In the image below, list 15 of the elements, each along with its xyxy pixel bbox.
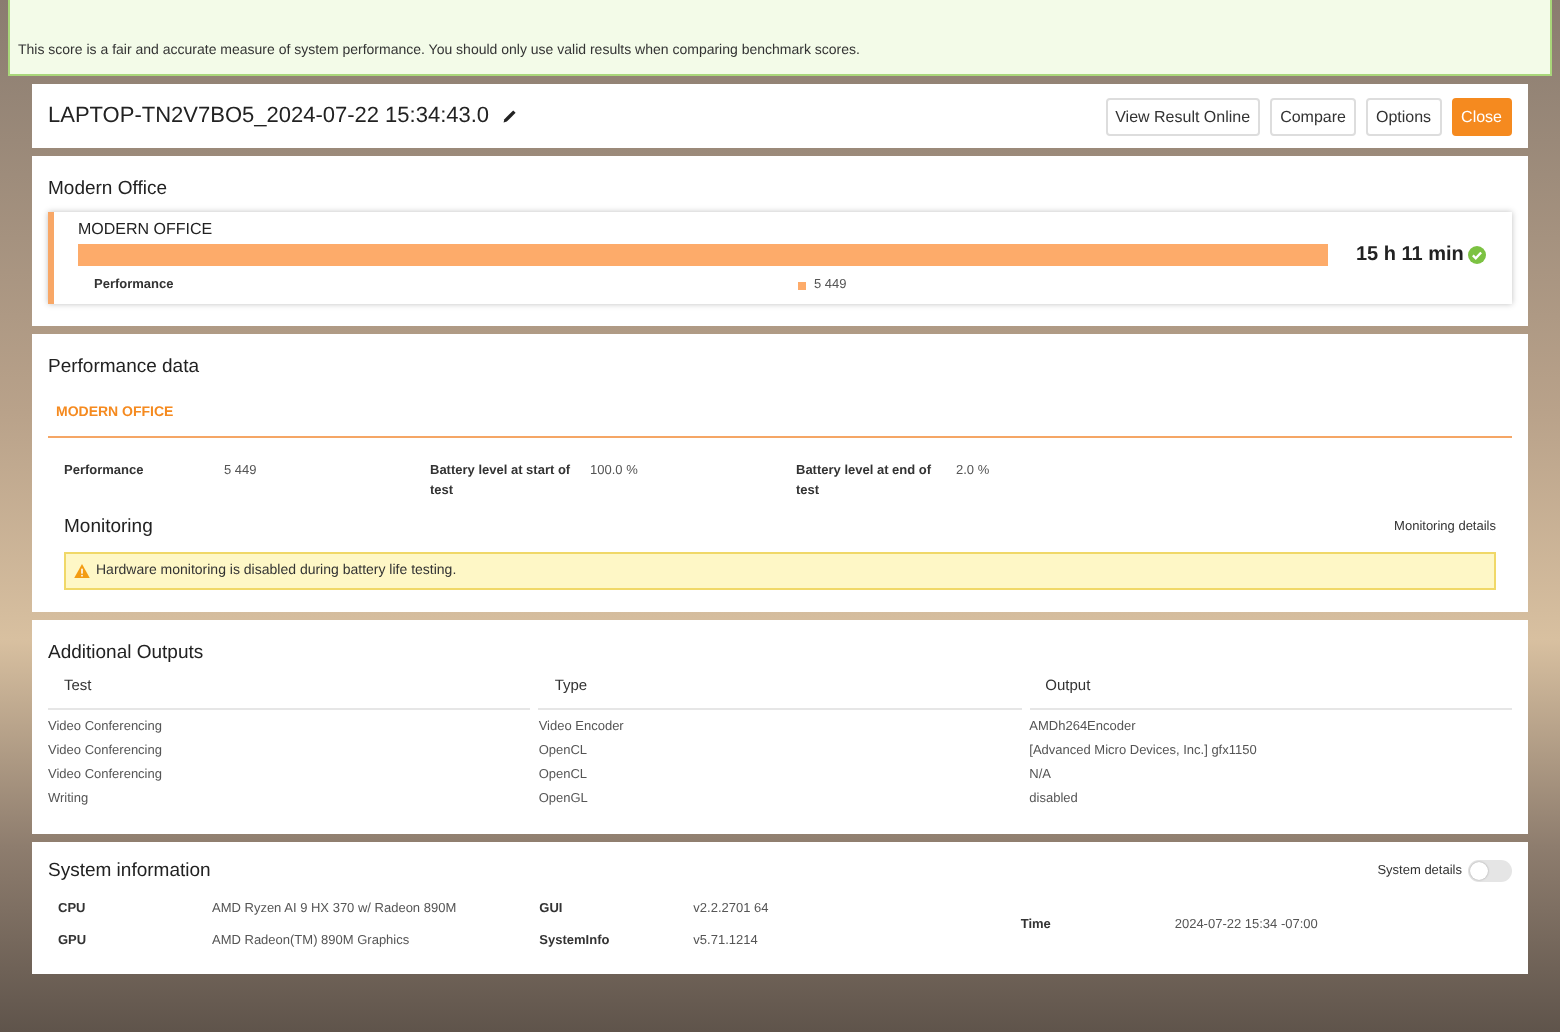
- section-title: System information: [48, 859, 211, 882]
- result-title: LAPTOP-TN2V7BO5_2024-07-22 15:34:43.0: [48, 104, 490, 128]
- test-name: MODERN OFFICE: [78, 220, 215, 238]
- section-title: Performance data: [48, 356, 202, 378]
- system-details-toggle[interactable]: [1468, 859, 1512, 882]
- warning-icon: [74, 563, 90, 578]
- pencil-icon[interactable]: [501, 108, 518, 124]
- section-title: Additional Outputs: [48, 641, 206, 664]
- header-button[interactable]: View Result Online: [1105, 97, 1261, 135]
- score-result: 15 h 11 min: [1356, 244, 1464, 266]
- monitoring-title: Monitoring: [64, 515, 153, 538]
- header-button[interactable]: Compare: [1270, 97, 1356, 135]
- header-button[interactable]: Options: [1365, 97, 1442, 135]
- legend-square-icon: [798, 281, 806, 289]
- section-title: Modern Office: [48, 178, 169, 200]
